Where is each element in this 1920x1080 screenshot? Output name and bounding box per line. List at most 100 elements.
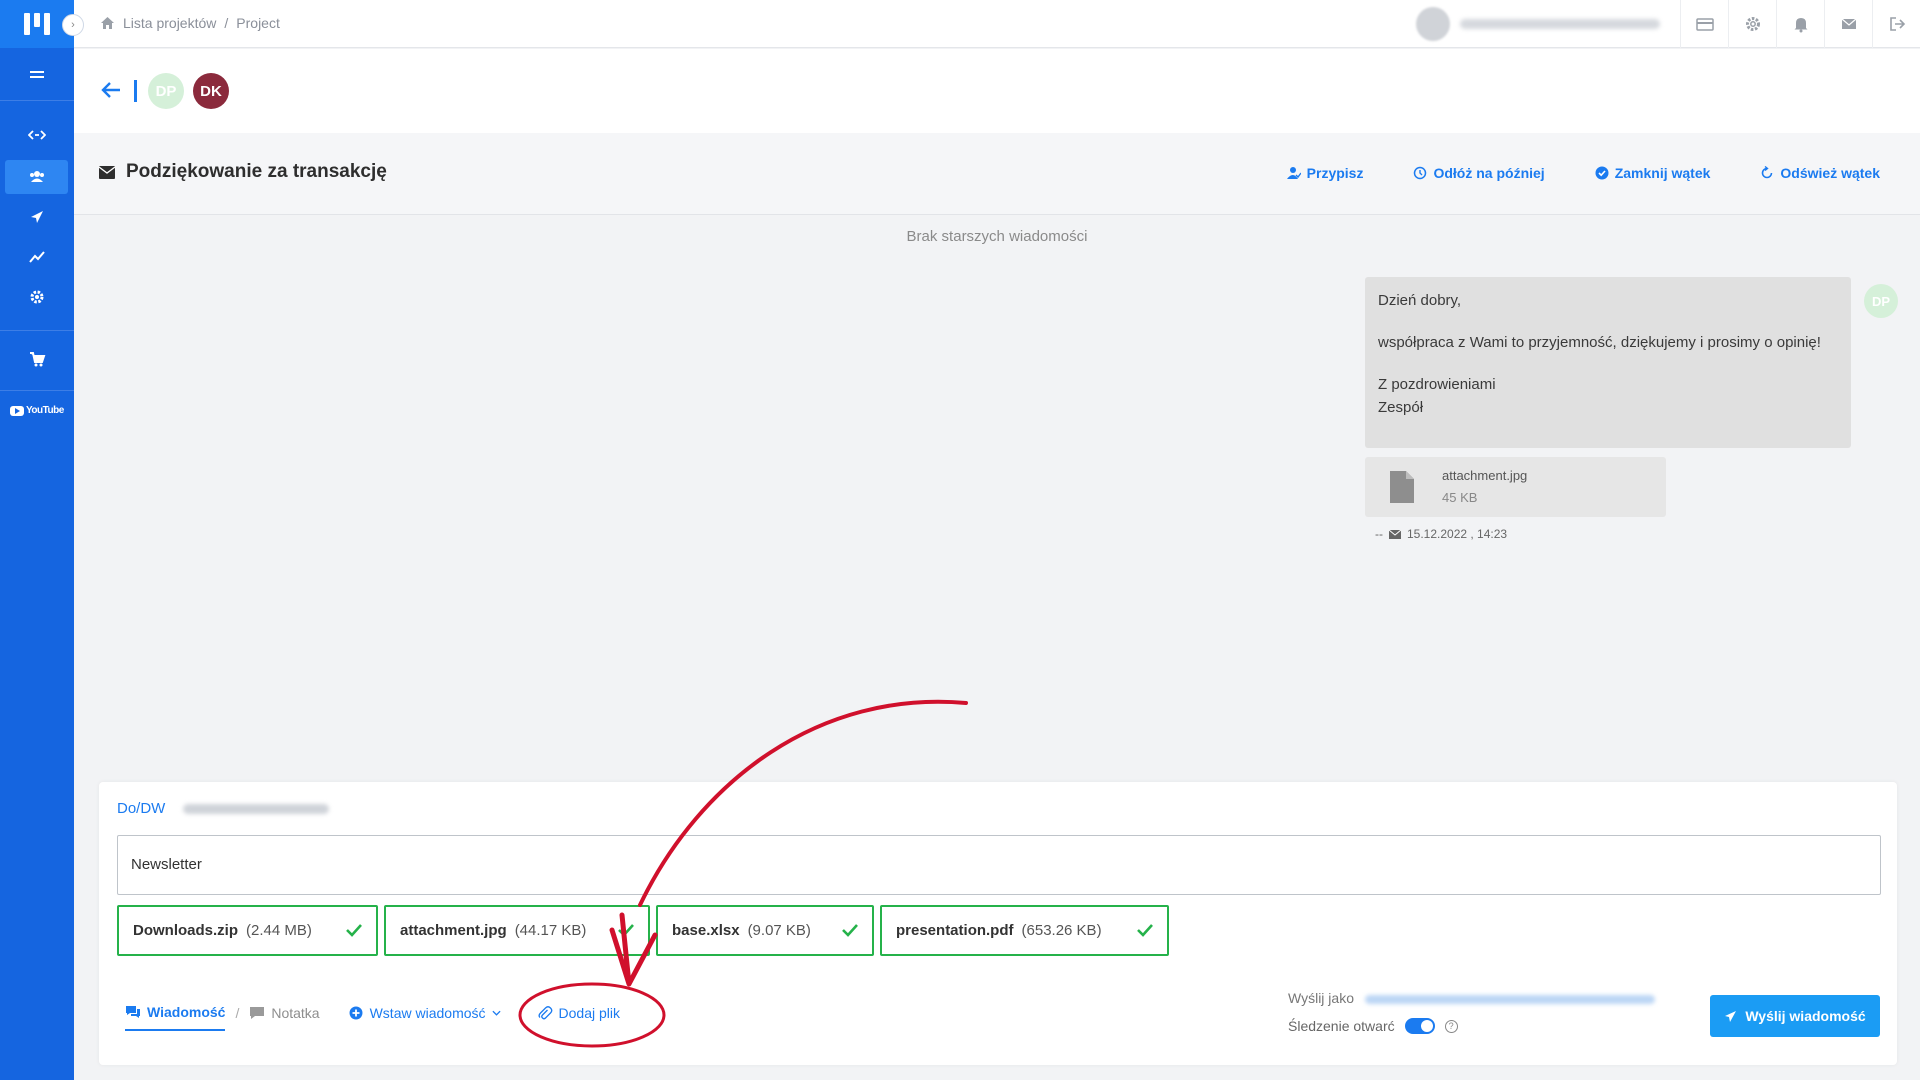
note-icon xyxy=(250,1006,265,1019)
send-icon[interactable] xyxy=(0,200,74,234)
chat-icon xyxy=(126,1006,140,1018)
avatar-dp[interactable]: DP xyxy=(148,73,184,109)
settings-button[interactable] xyxy=(1728,0,1776,48)
sender-avatar[interactable]: DP xyxy=(1864,284,1898,318)
card-icon xyxy=(1695,18,1714,31)
tab-message-label: Wiadomość xyxy=(147,1004,226,1020)
youtube-link[interactable]: YouTube xyxy=(10,405,64,416)
no-older-messages: Brak starszych wiadomości xyxy=(906,228,1088,245)
send-message-label: Wyślij wiadomość xyxy=(1745,1008,1866,1024)
file-size: (653.26 KB) xyxy=(1021,922,1102,939)
avatar-dk[interactable]: DK xyxy=(193,73,229,109)
bell-icon xyxy=(1794,18,1807,33)
help-icon[interactable]: ? xyxy=(1444,1019,1458,1033)
refresh-thread-label: Odśwież wątek xyxy=(1780,165,1880,181)
settings-icon[interactable] xyxy=(0,280,74,314)
thread-subject: Podziękowanie za transakcję xyxy=(126,161,387,182)
cart-icon[interactable] xyxy=(0,342,74,376)
tab-message[interactable]: Wiadomość xyxy=(125,1004,226,1031)
menu-icon[interactable] xyxy=(0,58,74,92)
youtube-icon xyxy=(10,405,24,416)
logout-button[interactable] xyxy=(1872,0,1920,48)
envelope-icon xyxy=(1841,18,1856,29)
breadcrumb-home[interactable]: Lista projektów xyxy=(123,15,216,31)
youtube-label: YouTube xyxy=(26,405,64,416)
breadcrumb-current[interactable]: Project xyxy=(236,15,280,31)
attachment-name: attachment.jpg xyxy=(1442,468,1528,483)
file-size: (2.44 MB) xyxy=(246,922,312,939)
subject-input[interactable]: Newsletter xyxy=(117,835,1881,895)
insert-message-dropdown[interactable]: Wstaw wiadomość xyxy=(348,1005,501,1031)
send-icon xyxy=(1725,1010,1737,1022)
refresh-thread-button[interactable]: Odśwież wątek xyxy=(1760,165,1880,181)
stats-icon[interactable] xyxy=(0,240,74,274)
postpone-label: Odłóż na później xyxy=(1433,165,1545,181)
file-name: base.xlsx xyxy=(672,922,740,939)
assign-label: Przypisz xyxy=(1306,165,1364,181)
paperclip-icon xyxy=(537,1005,552,1019)
message-meta: -- 15.12.2022 , 14:23 xyxy=(1375,527,1507,541)
user-menu[interactable] xyxy=(1416,7,1660,41)
file-name: attachment.jpg xyxy=(400,922,507,939)
breadcrumb-separator: / xyxy=(224,15,229,31)
sidebar-collapse-button[interactable]: › xyxy=(62,14,84,36)
message-closing: Z pozdrowieniami xyxy=(1378,376,1496,393)
assign-button[interactable]: Przypisz xyxy=(1286,165,1364,181)
check-icon xyxy=(842,924,858,937)
notifications-button[interactable] xyxy=(1776,0,1824,48)
messages-button[interactable] xyxy=(1824,0,1872,48)
history-icon xyxy=(1414,166,1427,180)
refresh-icon xyxy=(1762,166,1773,179)
billing-button[interactable] xyxy=(1680,0,1728,48)
plus-circle-icon xyxy=(349,1006,363,1019)
file-chip[interactable]: base.xlsx (9.07 KB) xyxy=(656,905,874,956)
file-name: presentation.pdf xyxy=(896,922,1014,939)
tracking-toggle[interactable] xyxy=(1404,1018,1435,1034)
sidebar: YouTube xyxy=(0,0,74,1080)
chevron-down-icon xyxy=(491,1010,501,1016)
message-greeting: Dzień dobry, xyxy=(1378,292,1462,309)
insert-message-label: Wstaw wiadomość xyxy=(369,1004,486,1021)
send-message-button[interactable]: Wyślij wiadomość xyxy=(1710,995,1880,1037)
check-icon xyxy=(618,924,634,937)
postpone-button[interactable]: Odłóż na później xyxy=(1413,165,1545,181)
check-icon xyxy=(1137,924,1153,937)
close-thread-label: Zamknij wątek xyxy=(1614,165,1711,181)
user-check-icon xyxy=(1286,167,1301,179)
message-bubble: Dzień dobry, współpraca z Wami to przyje… xyxy=(1365,277,1851,448)
back-arrow-icon[interactable] xyxy=(98,77,124,103)
user-avatar xyxy=(1416,7,1450,41)
file-size: (9.07 KB) xyxy=(747,922,811,939)
send-as-select[interactable] xyxy=(1365,995,1655,1004)
file-chip[interactable]: Downloads.zip (2.44 MB) xyxy=(117,905,378,956)
message-body: współpraca z Wami to przyjemność, dzięku… xyxy=(1378,334,1821,351)
tab-separator: / xyxy=(235,1004,240,1021)
close-thread-button[interactable]: Zamknij wątek xyxy=(1595,165,1711,181)
tracking-label: Śledzenie otwarć xyxy=(1288,1018,1395,1034)
composer: Do/DW Newsletter Downloads.zip (2.44 MB)… xyxy=(99,782,1897,1065)
subject-bar: Podziękowanie za transakcję Przypisz Odł… xyxy=(74,133,1920,215)
attachment-size: 45 KB xyxy=(1442,490,1478,505)
file-size: (44.17 KB) xyxy=(514,922,587,939)
home-icon[interactable] xyxy=(100,16,115,30)
send-as-label: Wyślij jako xyxy=(1288,990,1354,1006)
message-datetime: 15.12.2022 , 14:23 xyxy=(1407,527,1508,541)
logout-icon xyxy=(1889,17,1905,31)
file-chip[interactable]: attachment.jpg (44.17 KB) xyxy=(384,905,650,956)
top-bar: Lista projektów / Project xyxy=(74,0,1920,48)
add-file-button[interactable]: Dodaj plik xyxy=(537,1005,620,1031)
user-name-blurred xyxy=(1460,19,1660,29)
breadcrumb: Lista projektów / Project xyxy=(100,15,280,31)
to-cc-label[interactable]: Do/DW xyxy=(117,800,165,817)
check-icon xyxy=(346,924,362,937)
thread-header: DP DK xyxy=(74,49,1920,133)
divider xyxy=(134,80,137,102)
tab-note[interactable]: Notatka xyxy=(249,1005,320,1031)
code-icon[interactable] xyxy=(0,118,74,152)
recipient-blurred xyxy=(183,804,329,814)
file-chip[interactable]: presentation.pdf (653.26 KB) xyxy=(880,905,1169,956)
envelope-icon xyxy=(1389,529,1401,539)
gear-icon xyxy=(1745,17,1760,31)
users-icon[interactable] xyxy=(5,160,68,194)
message-attachment[interactable]: attachment.jpg 45 KB xyxy=(1365,457,1666,517)
